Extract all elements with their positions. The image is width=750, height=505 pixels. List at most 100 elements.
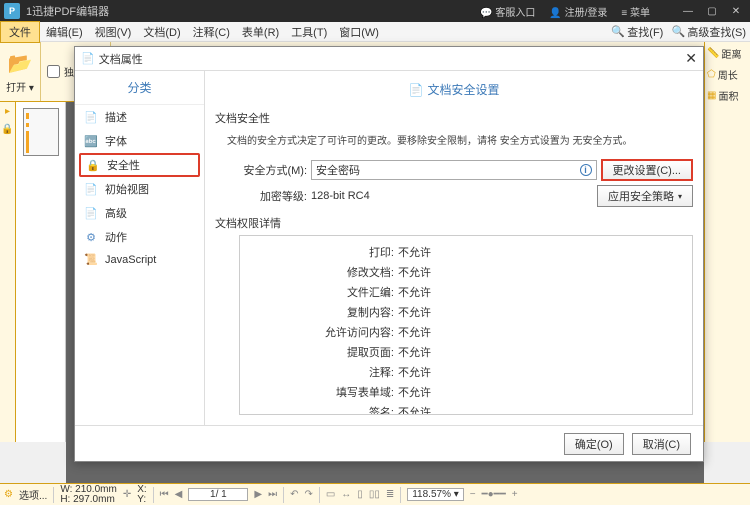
category-initial-view[interactable]: 📄初始视图 (75, 177, 204, 201)
method-value: 安全密码 (316, 162, 360, 178)
page-icon: 📄 (83, 183, 99, 196)
options-link[interactable]: 选项... (19, 487, 47, 502)
open-label: 打开 ▾ (6, 79, 34, 94)
script-icon: 📜 (83, 253, 99, 266)
statusbar: ⚙ 选项... W: 210.0mm H: 297.0mm ✛ X: Y: ⏮ … (0, 483, 750, 505)
menu-edit[interactable]: 编辑(E) (40, 22, 89, 42)
thumbnail-pane (16, 102, 66, 442)
measure-toolstrip: 📏距离 ⬠周长 ▦面积 (704, 42, 750, 442)
titlebar: P 1迅捷PDF编辑器 💬 客服入口 👤 注册/登录 ≡ 菜单 — ▢ ✕ (0, 0, 750, 22)
category-fonts[interactable]: 🔤字体 (75, 129, 204, 153)
page-icon: 📄 (83, 207, 99, 220)
dialog-title: 文档属性 (99, 51, 686, 67)
adv-find-button[interactable]: 🔍高级查找(S) (667, 24, 750, 40)
prev-page-icon[interactable]: ◀ (175, 489, 183, 500)
zoom-out-icon[interactable]: − (470, 489, 476, 500)
perm-row: 打印:不允许 (248, 242, 684, 262)
zoom-in-icon[interactable]: + (512, 489, 518, 500)
file-menu[interactable]: 文件 (0, 21, 40, 43)
last-page-icon[interactable]: ⏭ (268, 489, 277, 500)
nav-fwd-icon[interactable]: ↷ (304, 489, 312, 500)
apply-policy-button[interactable]: 应用安全策略▾ (597, 185, 693, 207)
fit-page-icon[interactable]: ▭ (326, 489, 335, 500)
perm-row: 填写表单域:不允许 (248, 382, 684, 402)
support-link[interactable]: 💬 客服入口 (480, 4, 535, 19)
menu-view[interactable]: 视图(V) (89, 22, 138, 42)
layout-facing-icon[interactable]: ▯▯ (369, 489, 380, 500)
security-section-title: 文档安全性 (215, 110, 693, 126)
security-method-dropdown[interactable]: 安全密码 i (311, 160, 597, 180)
measure-area[interactable]: ▦面积 (707, 88, 748, 103)
category-description[interactable]: 📄描述 (75, 105, 204, 129)
ok-button[interactable]: 确定(O) (564, 433, 624, 455)
page-thumbnail[interactable] (23, 108, 59, 156)
exclusive-checkbox[interactable] (47, 65, 60, 78)
change-settings-button[interactable]: 更改设置(C)... (601, 159, 693, 181)
cursor-x: X: (137, 485, 146, 495)
perm-row: 提取页面:不允许 (248, 342, 684, 362)
document-properties-dialog: 📄 文档属性 ✕ 分类 📄描述 🔤字体 🔒安全性 📄初始视图 📄高级 ⚙动作 📜… (74, 46, 704, 462)
menu-link[interactable]: ≡ 菜单 (621, 4, 650, 19)
perm-row: 文件汇编:不允许 (248, 282, 684, 302)
gear-icon[interactable]: ⚙ (4, 489, 13, 500)
chevron-down-icon: ▾ (678, 192, 682, 201)
folder-open-icon: 📂 (6, 49, 34, 77)
menubar: 文件 编辑(E) 视图(V) 文档(D) 注释(C) 表单(R) 工具(T) 窗… (0, 22, 750, 42)
window-title: 1迅捷PDF编辑器 (26, 3, 480, 19)
cancel-button[interactable]: 取消(C) (632, 433, 691, 455)
perm-row: 复制内容:不允许 (248, 302, 684, 322)
perm-row: 注释:不允许 (248, 362, 684, 382)
menu-annotate[interactable]: 注释(C) (187, 22, 236, 42)
open-button[interactable]: 📂 打开 ▾ (0, 42, 41, 101)
minimize-button[interactable]: — (678, 6, 698, 17)
page-height: H: 297.0mm (60, 495, 117, 505)
measure-perimeter[interactable]: ⬠周长 (707, 67, 748, 82)
search-icon: 🔍 (671, 25, 685, 39)
permissions-box: 打印:不允许 修改文档:不允许 文件汇编:不允许 复制内容:不允许 允许访问内容… (239, 235, 693, 415)
crosshair-icon: ✛ (123, 489, 131, 500)
dialog-footer: 确定(O) 取消(C) (75, 425, 703, 461)
category-actions[interactable]: ⚙动作 (75, 225, 204, 249)
page-input[interactable]: 1/ 1 (188, 488, 248, 501)
menu-form[interactable]: 表单(R) (236, 22, 285, 42)
nav-back-icon[interactable]: ↶ (290, 489, 298, 500)
enc-value: 128-bit RC4 (311, 190, 593, 202)
gear-icon: ⚙ (83, 231, 99, 244)
font-icon: 🔤 (83, 135, 99, 148)
fit-width-icon[interactable]: ↔ (341, 489, 351, 500)
search-icon: 🔍 (611, 25, 625, 39)
dialog-sidebar: 分类 📄描述 🔤字体 🔒安全性 📄初始视图 📄高级 ⚙动作 📜JavaScrip… (75, 71, 205, 425)
lock-icon[interactable]: 🔒 (1, 124, 15, 138)
category-advanced[interactable]: 📄高级 (75, 201, 204, 225)
lock-document-icon: 📄 (409, 83, 424, 97)
close-window-button[interactable]: ✕ (726, 6, 746, 17)
layout-cont-icon[interactable]: ≣ (386, 489, 394, 500)
polygon-icon: ⬠ (707, 69, 716, 80)
perm-row: 允许访问内容:不允许 (248, 322, 684, 342)
security-desc: 文档的安全方式决定了可许可的更改。要移除安全限制，请将 安全方式设置为 无安全方… (215, 130, 693, 155)
find-button[interactable]: 🔍查找(F) (607, 24, 667, 40)
category-security[interactable]: 🔒安全性 (79, 153, 200, 177)
login-link[interactable]: 👤 注册/登录 (549, 4, 607, 19)
zoom-value[interactable]: 118.57% ▾ (407, 488, 464, 501)
app-logo-icon: P (4, 3, 20, 19)
menu-document[interactable]: 文档(D) (137, 22, 186, 42)
layout-single-icon[interactable]: ▯ (357, 489, 363, 500)
document-icon: 📄 (81, 52, 95, 65)
next-page-icon[interactable]: ▶ (254, 489, 262, 500)
page-tab-icon[interactable]: ▸ (1, 106, 15, 120)
sidebar-header: 分类 (75, 71, 204, 105)
page-width: W: 210.0mm (60, 485, 117, 495)
lock-icon: 🔒 (85, 159, 101, 172)
measure-distance[interactable]: 📏距离 (707, 46, 748, 61)
cursor-y: Y: (137, 495, 146, 505)
category-javascript[interactable]: 📜JavaScript (75, 249, 204, 270)
zoom-slider[interactable]: ━●━━ (482, 489, 506, 500)
info-icon[interactable]: i (580, 164, 592, 176)
menu-tools[interactable]: 工具(T) (285, 22, 333, 42)
maximize-button[interactable]: ▢ (702, 6, 722, 17)
document-icon: 📄 (83, 111, 99, 124)
menu-window[interactable]: 窗口(W) (333, 22, 385, 42)
dialog-close-button[interactable]: ✕ (685, 50, 697, 67)
first-page-icon[interactable]: ⏮ (160, 489, 169, 500)
